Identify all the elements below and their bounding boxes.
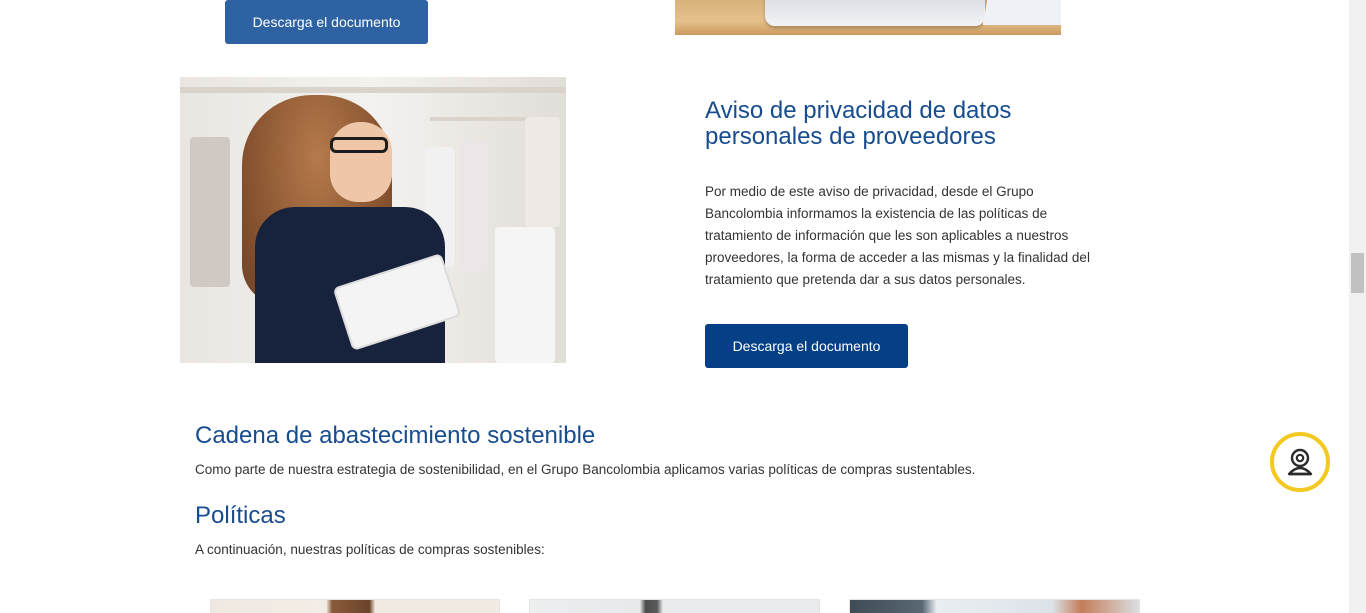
supply-chain-title: Cadena de abastecimiento sostenible [195,422,596,449]
page: Descarga el documento Aviso de privacida… [0,0,1349,613]
chat-assistant-button[interactable] [1270,432,1330,492]
policy-card-2[interactable] [529,599,820,613]
policies-title: Políticas [195,502,286,529]
glasses [330,137,388,153]
woman-with-tablet-photo [180,77,566,363]
privacy-notice-description: Por medio de este aviso de privacidad, d… [705,184,1090,287]
privacy-notice-title: Aviso de privacidad de datos personales … [705,97,1012,150]
laptop-shape [765,0,985,26]
policies-description: A continuación, nuestras políticas de co… [195,542,545,557]
policy-card-1[interactable] [210,599,500,613]
supply-chain-description: Como parte de nuestra estrategia de sost… [195,462,976,477]
chat-assistant-icon [1287,448,1313,476]
laptop-photo [675,0,1061,35]
download-button-top[interactable]: Descarga el documento [225,0,428,44]
download-button-privacy-label: Descarga el documento [732,338,881,354]
clothes-rack [460,142,488,272]
clothes-rack [495,227,555,363]
page-scrollbar[interactable] [1349,0,1366,613]
download-button-privacy[interactable]: Descarga el documento [705,324,908,368]
face [330,122,392,202]
paper-shape [982,0,1061,25]
shelf [430,117,540,121]
clothes-rack [525,117,560,227]
policy-card-3[interactable] [849,599,1140,613]
scrollbar-thumb[interactable] [1351,253,1364,293]
download-button-top-label: Descarga el documento [252,14,401,30]
clothes-rack [190,137,230,287]
shelf [180,87,566,93]
